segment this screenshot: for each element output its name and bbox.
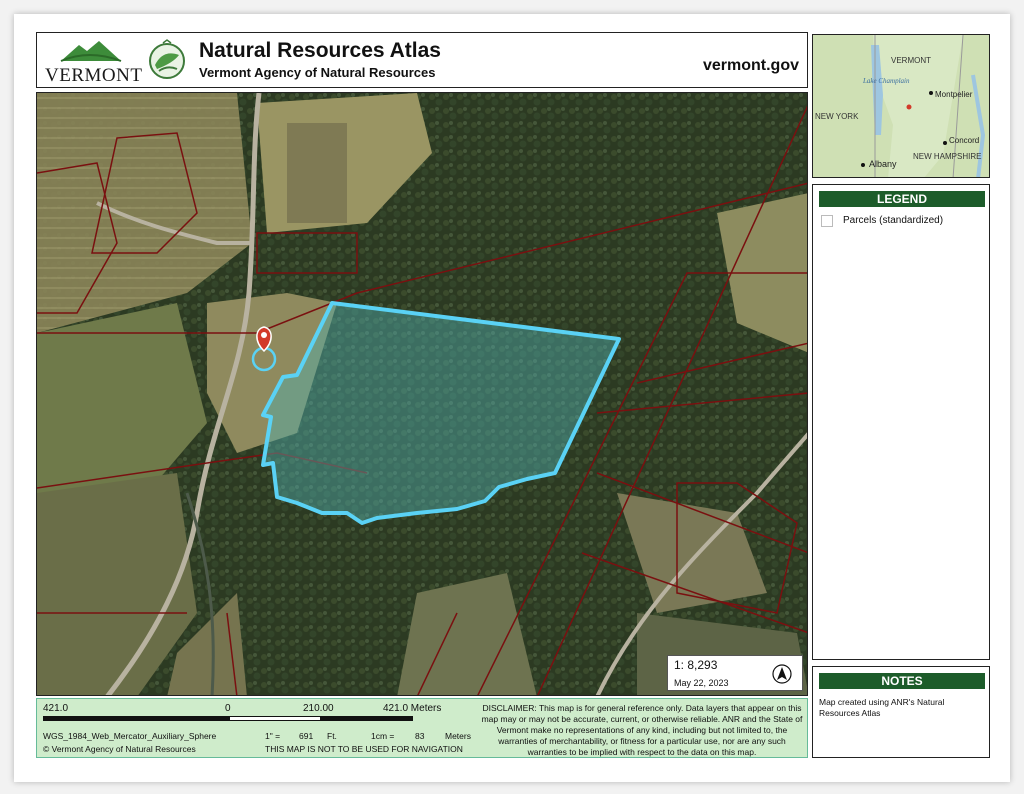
cm-scale-label: 1cm = bbox=[371, 731, 395, 741]
inset-label-vermont: VERMONT bbox=[891, 56, 931, 65]
inset-label-montpelier: Montpelier bbox=[935, 90, 973, 99]
inch-scale-label: 1" = bbox=[265, 731, 281, 741]
vermont-logo: VERMONT bbox=[41, 37, 143, 86]
inset-label-albany: Albany bbox=[869, 159, 897, 169]
parcel-location-dot bbox=[906, 104, 912, 110]
montpelier-dot bbox=[929, 91, 933, 95]
north-arrow-icon bbox=[772, 664, 792, 684]
map-date: May 22, 2023 bbox=[674, 678, 729, 688]
inset-label-newyork: NEW YORK bbox=[815, 112, 859, 121]
navigation-warning: THIS MAP IS NOT TO BE USED FOR NAVIGATIO… bbox=[265, 744, 463, 754]
projection-label: WGS_1984_Web_Mercator_Auxiliary_Sphere bbox=[43, 731, 217, 741]
cm-scale-unit: Meters bbox=[445, 731, 471, 741]
legend-panel: LEGEND Parcels (standardized) bbox=[812, 184, 990, 660]
scale-bar bbox=[43, 716, 413, 721]
concord-dot bbox=[943, 141, 947, 145]
inch-scale-value: 691 bbox=[299, 731, 314, 741]
albany-dot bbox=[861, 163, 865, 167]
atlas-header: VERMONT Natural Resources Atlas Vermont … bbox=[36, 32, 808, 88]
scale-label-left: 421.0 bbox=[43, 703, 69, 714]
notes-text: Map created using ANR's Natural Resource… bbox=[819, 697, 945, 718]
notes-panel: NOTES Map created using ANR's Natural Re… bbox=[812, 666, 990, 758]
notes-title: NOTES bbox=[819, 673, 985, 689]
copyright-text: © Vermont Agency of Natural Resources bbox=[43, 744, 196, 754]
aerial-map[interactable]: 1: 8,293 May 22, 2023 bbox=[36, 92, 808, 696]
scale-label-right: 421.0 Meters bbox=[383, 703, 442, 714]
website-link[interactable]: vermont.gov bbox=[703, 57, 799, 75]
field-area bbox=[287, 123, 347, 223]
scale-ratio: 1: 8,293 bbox=[674, 658, 718, 672]
cm-scale-value: 83 bbox=[415, 731, 425, 741]
legend-item-label: Parcels (standardized) bbox=[843, 215, 944, 226]
page-title: Natural Resources Atlas bbox=[199, 39, 441, 62]
scale-segment bbox=[43, 716, 229, 721]
mountain-icon bbox=[60, 41, 122, 62]
page-subtitle: Vermont Agency of Natural Resources bbox=[199, 65, 436, 80]
scale-segment bbox=[321, 716, 413, 721]
anr-globe-icon bbox=[149, 39, 185, 79]
map-scale-box: 1: 8,293 May 22, 2023 bbox=[667, 655, 803, 691]
disclaimer-text: DISCLAIMER: This map is for general refe… bbox=[481, 703, 803, 757]
map-footer: 421.0 0 210.00 421.0 Meters WGS_1984_Web… bbox=[36, 698, 808, 758]
scale-label-mid: 210.00 bbox=[303, 703, 334, 714]
locator-inset-map: VERMONT Lake Champlain Montpelier NEW YO… bbox=[812, 34, 990, 178]
scale-label-zero: 0 bbox=[225, 703, 231, 714]
scale-segment bbox=[229, 716, 321, 721]
inset-label-lake: Lake Champlain bbox=[862, 77, 910, 85]
inch-scale-unit: Ft. bbox=[327, 731, 337, 741]
vermont-wordmark: VERMONT bbox=[45, 65, 143, 86]
legend-title: LEGEND bbox=[819, 191, 985, 207]
inset-label-nh: NEW HAMPSHIRE bbox=[913, 152, 981, 161]
inset-label-concord: Concord bbox=[949, 136, 979, 145]
parcel-legend-swatch bbox=[821, 215, 833, 227]
